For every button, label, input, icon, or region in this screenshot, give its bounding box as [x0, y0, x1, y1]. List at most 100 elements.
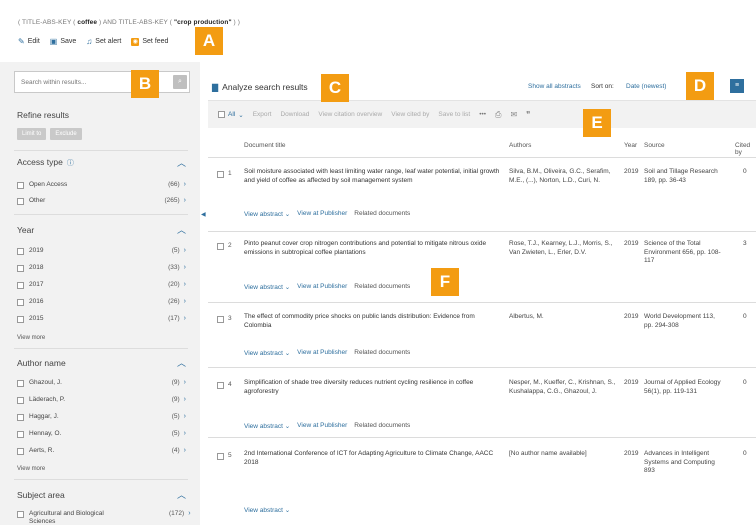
- print-icon[interactable]: ⎙: [495, 110, 501, 120]
- analyze-results-link[interactable]: ▇ Analyze search results: [212, 82, 308, 92]
- cited-count[interactable]: 0: [743, 313, 747, 320]
- exclude-button[interactable]: Exclude: [50, 128, 82, 140]
- facet-item[interactable]: Open Access (66) ›: [17, 181, 186, 189]
- view-at-publisher-link[interactable]: View at Publisher: [297, 210, 347, 218]
- checkbox[interactable]: [17, 248, 24, 255]
- related-documents-link[interactable]: Related documents: [354, 349, 410, 357]
- export-button[interactable]: Export: [253, 111, 272, 118]
- related-documents-link[interactable]: Related documents: [354, 283, 410, 291]
- save-button[interactable]: ▣ Save: [50, 37, 77, 46]
- limit-to-button[interactable]: Limit to: [17, 128, 47, 140]
- view-at-publisher-link[interactable]: View at Publisher: [297, 422, 347, 430]
- quote-icon[interactable]: ❞: [526, 110, 530, 119]
- view-at-publisher-link[interactable]: View at Publisher: [297, 283, 347, 291]
- checkbox[interactable]: [217, 382, 224, 389]
- source-text[interactable]: Science of the Total Environment 656, pp…: [644, 240, 724, 266]
- facet-item[interactable]: 2016 (26) ›: [17, 298, 186, 306]
- document-title-link[interactable]: Simplification of shade tree diversity r…: [244, 379, 502, 396]
- checkbox[interactable]: [217, 316, 224, 323]
- checkbox[interactable]: [17, 198, 24, 205]
- facet-item[interactable]: 2018 (33) ›: [17, 264, 186, 272]
- checkbox[interactable]: [17, 414, 24, 421]
- facet-subject-area[interactable]: Subject area ︿: [17, 488, 186, 501]
- facet-year[interactable]: Year ︿: [17, 223, 186, 236]
- chevron-up-icon[interactable]: ︿: [177, 156, 186, 169]
- checkbox[interactable]: [17, 448, 24, 455]
- facet-item[interactable]: 2015 (17) ›: [17, 315, 186, 323]
- document-title-link[interactable]: 2nd International Conference of ICT for …: [244, 450, 502, 467]
- chevron-up-icon[interactable]: ︿: [177, 223, 186, 236]
- source-text[interactable]: Advances in Intelligent Systems and Comp…: [644, 450, 724, 476]
- facet-item[interactable]: Aerts, R. (4) ›: [17, 447, 186, 455]
- source-text[interactable]: Journal of Applied Ecology 56(1), pp. 11…: [644, 379, 724, 396]
- chevron-right-icon[interactable]: ›: [184, 181, 186, 188]
- view-abstract-link[interactable]: View abstract ⌄: [244, 506, 290, 514]
- checkbox[interactable]: [17, 282, 24, 289]
- checkbox[interactable]: [217, 453, 224, 460]
- cited-count[interactable]: 0: [743, 168, 747, 175]
- col-cited-by[interactable]: Cited by: [735, 142, 756, 156]
- document-title-link[interactable]: The effect of commodity price shocks on …: [244, 313, 502, 330]
- view-abstract-link[interactable]: View abstract ⌄: [244, 283, 290, 291]
- document-title-link[interactable]: Pinto peanut cover crop nitrogen contrib…: [244, 240, 502, 257]
- facet-item[interactable]: 2019 (5) ›: [17, 247, 186, 255]
- chevron-right-icon[interactable]: ›: [184, 447, 186, 454]
- chevron-right-icon[interactable]: ›: [184, 298, 186, 305]
- related-documents-link[interactable]: Related documents: [354, 210, 410, 218]
- set-alert-button[interactable]: ♫ Set alert: [86, 37, 121, 46]
- chevron-up-icon[interactable]: ︿: [177, 356, 186, 369]
- sort-select[interactable]: Date (newest): [626, 83, 666, 90]
- view-abstract-link[interactable]: View abstract ⌄: [244, 349, 290, 357]
- facet-item[interactable]: Agricultural and Biological Sciences (172…: [17, 510, 191, 525]
- authors-text[interactable]: Albertus, M.: [509, 313, 619, 322]
- source-text[interactable]: Soil and Tillage Research 189, pp. 36-43: [644, 168, 724, 185]
- authors-text[interactable]: [No author name available]: [509, 450, 619, 459]
- col-authors[interactable]: Authors: [509, 142, 531, 149]
- chevron-right-icon[interactable]: ›: [184, 281, 186, 288]
- source-text[interactable]: World Development 113, pp. 294-308: [644, 313, 724, 330]
- chevron-right-icon[interactable]: ›: [184, 413, 186, 420]
- facet-item[interactable]: Läderach, P. (9) ›: [17, 396, 186, 404]
- facet-item[interactable]: Other (265) ›: [17, 197, 186, 205]
- col-year[interactable]: Year: [624, 142, 637, 149]
- more-options-button[interactable]: •••: [479, 111, 486, 118]
- checkbox[interactable]: [17, 511, 24, 518]
- email-icon[interactable]: ✉: [510, 110, 517, 119]
- view-abstract-link[interactable]: View abstract ⌄: [244, 422, 290, 430]
- checkbox[interactable]: [17, 380, 24, 387]
- checkbox[interactable]: [17, 431, 24, 438]
- facet-item[interactable]: Hennay, O. (5) ›: [17, 430, 186, 438]
- show-all-abstracts-link[interactable]: Show all abstracts: [528, 83, 581, 90]
- related-documents-link[interactable]: Related documents: [354, 422, 410, 430]
- view-at-publisher-link[interactable]: View at Publisher: [297, 349, 347, 357]
- checkbox[interactable]: [217, 171, 224, 178]
- save-to-list-button[interactable]: Save to list: [438, 111, 470, 118]
- chevron-right-icon[interactable]: ›: [184, 197, 186, 204]
- authors-text[interactable]: Rose, T.J., Kearney, L.J., Morris, S., V…: [509, 240, 619, 257]
- chevron-up-icon[interactable]: ︿: [177, 488, 186, 501]
- view-more-link[interactable]: View more: [17, 335, 45, 341]
- checkbox[interactable]: [217, 243, 224, 250]
- info-icon[interactable]: ⓘ: [67, 160, 74, 167]
- chevron-right-icon[interactable]: ›: [184, 396, 186, 403]
- document-title-link[interactable]: Soil moisture associated with least limi…: [244, 168, 502, 185]
- checkbox[interactable]: [17, 299, 24, 306]
- cited-count[interactable]: 0: [743, 379, 747, 386]
- facet-author-name[interactable]: Author name ︿: [17, 356, 186, 369]
- chevron-right-icon[interactable]: ›: [188, 510, 190, 517]
- chevron-right-icon[interactable]: ›: [184, 264, 186, 271]
- collapse-sidebar-icon[interactable]: ◀: [201, 211, 206, 218]
- checkbox[interactable]: [17, 265, 24, 272]
- col-document-title[interactable]: Document title: [244, 142, 286, 149]
- facet-item[interactable]: 2017 (20) ›: [17, 281, 186, 289]
- chevron-right-icon[interactable]: ›: [184, 430, 186, 437]
- chevron-right-icon[interactable]: ›: [184, 247, 186, 254]
- checkbox[interactable]: [218, 111, 225, 118]
- authors-text[interactable]: Silva, B.M., Oliveira, G.C., Serafim, M.…: [509, 168, 619, 185]
- chevron-right-icon[interactable]: ›: [184, 379, 186, 386]
- view-more-link[interactable]: View more: [17, 466, 45, 472]
- cited-count[interactable]: 0: [743, 450, 747, 457]
- select-all-dropdown[interactable]: All ⌄: [218, 111, 244, 119]
- facet-item[interactable]: Ghazoul, J. (9) ›: [17, 379, 186, 387]
- search-icon[interactable]: ⌕: [173, 75, 187, 89]
